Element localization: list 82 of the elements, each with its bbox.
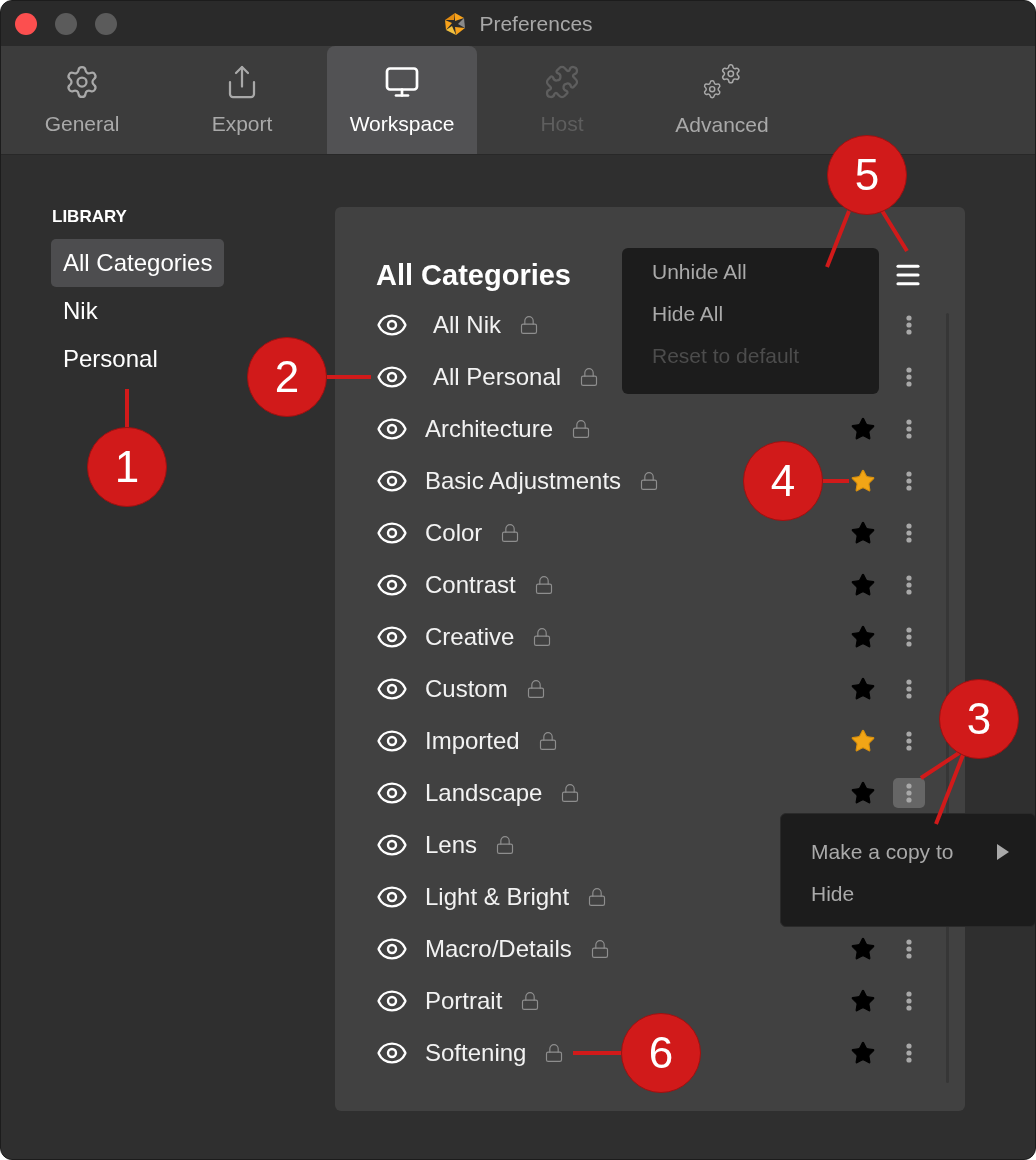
lock-icon: [537, 731, 558, 751]
more-icon: [906, 523, 912, 543]
toolbar-tab[interactable]: Export: [167, 46, 317, 154]
lock-icon: [544, 1043, 565, 1063]
lock-icon: [532, 627, 553, 647]
close-button[interactable]: [15, 13, 37, 35]
window-title: Preferences: [479, 11, 593, 36]
star-icon[interactable]: [850, 988, 876, 1014]
star-icon[interactable]: [850, 572, 876, 598]
category-name: Portrait: [425, 987, 503, 1015]
monitor-icon: [384, 64, 420, 100]
lock-icon: [525, 679, 546, 699]
category-name: Creative: [425, 623, 515, 651]
callout-marker: 2: [247, 337, 327, 417]
lock-icon: [639, 471, 660, 491]
panel-title: All Categories: [376, 258, 571, 292]
category-name: All Personal: [433, 363, 562, 391]
star-icon[interactable]: [850, 416, 876, 442]
leader-line: [125, 389, 129, 427]
more-button[interactable]: [893, 778, 925, 808]
category-name: All Nik: [433, 311, 501, 339]
lock-icon: [579, 367, 600, 387]
category-name: Architecture: [425, 415, 554, 443]
category-name: Imported: [425, 727, 520, 755]
lock-icon: [500, 523, 521, 543]
sidebar-item[interactable]: Nik: [51, 287, 110, 335]
callout-marker: 1: [87, 427, 167, 507]
more-icon: [906, 627, 912, 647]
star-icon[interactable]: [850, 624, 876, 650]
gear-icon: [64, 64, 100, 100]
star-icon[interactable]: [850, 676, 876, 702]
gears-icon: [702, 63, 742, 101]
leader-line: [573, 1051, 621, 1055]
category-name: Contrast: [425, 571, 516, 599]
category-name: Basic Adjustments: [425, 467, 622, 495]
star-icon[interactable]: [850, 728, 876, 754]
more-icon: [906, 575, 912, 595]
more-icon: [906, 1043, 912, 1063]
menu-item[interactable]: Unhide All: [652, 251, 879, 293]
star-icon[interactable]: [850, 780, 876, 806]
callout-marker: 3: [939, 679, 1019, 759]
lock-icon: [560, 783, 581, 803]
sidebar-item[interactable]: Personal: [51, 335, 170, 383]
lock-icon: [587, 887, 608, 907]
star-icon[interactable]: [850, 1040, 876, 1066]
category-name: Light & Bright: [425, 883, 570, 911]
lock-icon: [520, 991, 541, 1011]
more-icon: [906, 471, 912, 491]
more-icon: [906, 783, 912, 803]
category-name: Landscape: [425, 779, 543, 807]
category-name: Softening: [425, 1039, 527, 1067]
more-icon: [906, 679, 912, 699]
sidebar-item[interactable]: All Categories: [51, 239, 225, 287]
category-name: Lens: [425, 831, 478, 859]
lock-icon: [533, 575, 554, 595]
aperture-logo-icon: [443, 11, 468, 36]
leader-line: [823, 479, 849, 483]
sidebar-heading: LIBRARY: [52, 207, 127, 227]
puzzle-icon: [544, 64, 580, 100]
toolbar-tab[interactable]: Workspace: [327, 46, 477, 154]
more-icon: [906, 731, 912, 751]
star-icon[interactable]: [850, 468, 876, 494]
lock-icon: [571, 419, 592, 439]
more-icon: [906, 367, 912, 387]
menu-item[interactable]: Hide: [811, 873, 1035, 915]
star-icon[interactable]: [850, 936, 876, 962]
leader-line: [327, 375, 371, 379]
toolbar-tab[interactable]: Advanced: [647, 46, 797, 154]
more-icon: [906, 991, 912, 1011]
lock-icon: [495, 835, 516, 855]
category-name: Macro/Details: [425, 935, 572, 963]
more-icon: [906, 419, 912, 439]
category-name: Custom: [425, 675, 508, 703]
lock-icon: [589, 939, 610, 959]
menu-item[interactable]: Make a copy to: [811, 831, 1035, 873]
more-icon: [906, 315, 912, 335]
more-icon: [906, 939, 912, 959]
toolbar-tab[interactable]: General: [7, 46, 157, 154]
star-icon[interactable]: [850, 520, 876, 546]
lock-icon: [519, 315, 539, 335]
category-name: Color: [425, 519, 483, 547]
menu-item[interactable]: Hide All: [652, 293, 879, 335]
